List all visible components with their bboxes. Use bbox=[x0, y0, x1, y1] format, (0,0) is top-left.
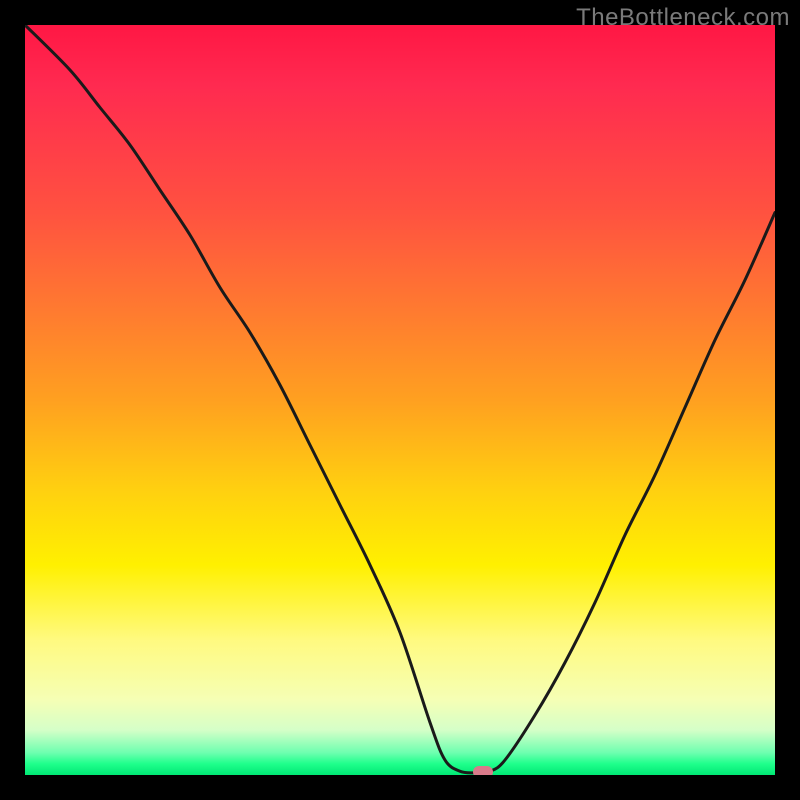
plot-area bbox=[25, 25, 775, 775]
curve-path bbox=[25, 25, 775, 773]
chart-frame: TheBottleneck.com bbox=[0, 0, 800, 800]
optimum-marker bbox=[473, 766, 493, 775]
bottleneck-curve bbox=[25, 25, 775, 775]
watermark-text: TheBottleneck.com bbox=[576, 4, 790, 32]
